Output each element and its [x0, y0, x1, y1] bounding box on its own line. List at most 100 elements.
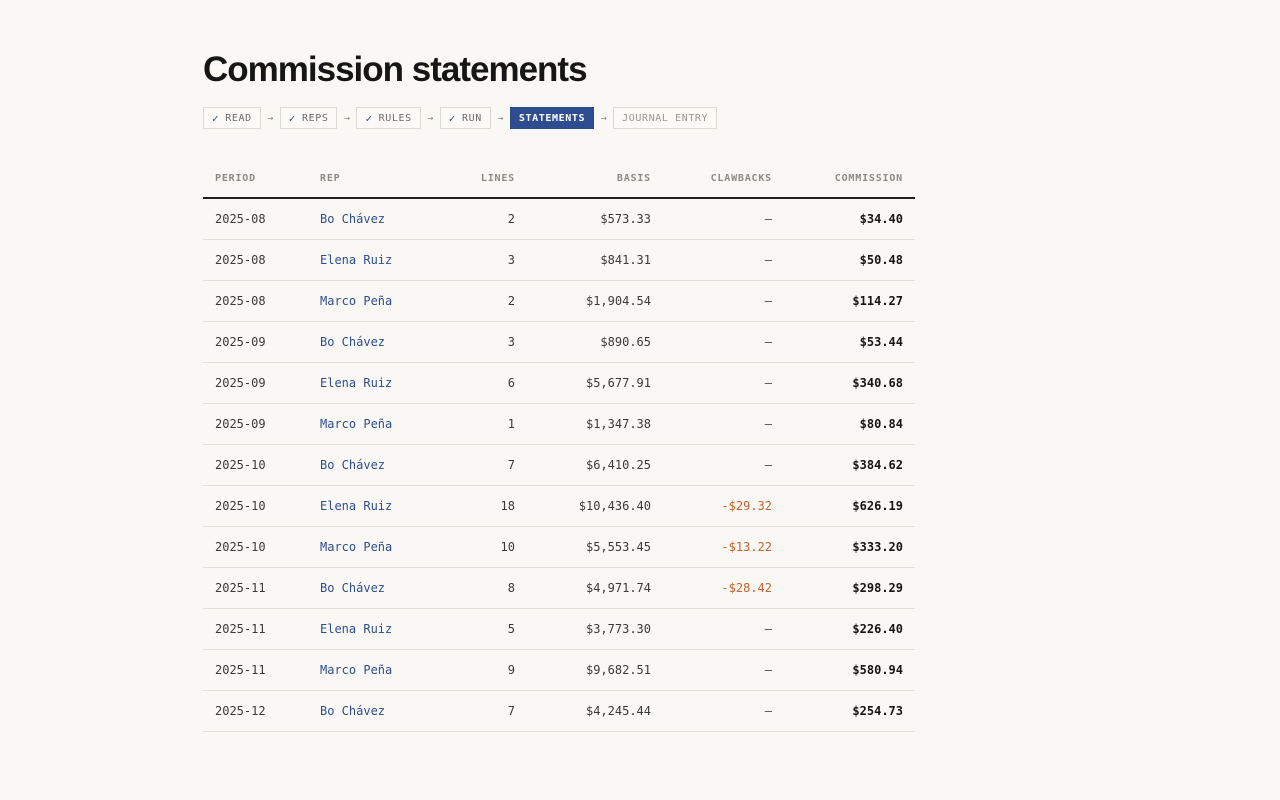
- period-cell: 2025-10: [203, 526, 308, 568]
- rep-link[interactable]: Elena Ruiz: [308, 485, 439, 527]
- commission-cell: $53.44: [784, 321, 915, 363]
- column-header-basis[interactable]: BASIS: [527, 159, 663, 199]
- period-cell: 2025-11: [203, 649, 308, 691]
- commission-cell: $333.20: [784, 526, 915, 568]
- period-cell: 2025-08: [203, 198, 308, 240]
- rep-link[interactable]: Marco Peña: [308, 649, 439, 691]
- header-row: PERIOD REP LINES BASIS CLAWBACKS COMMISS…: [203, 159, 915, 199]
- rep-link[interactable]: Marco Peña: [308, 403, 439, 445]
- step-label: RULES: [378, 112, 412, 124]
- period-cell: 2025-08: [203, 239, 308, 281]
- rep-link[interactable]: Bo Chávez: [308, 444, 439, 486]
- table-row[interactable]: 2025-08 Elena Ruiz 3 $841.31— $50.48: [203, 239, 915, 281]
- table-row[interactable]: 2025-09 Elena Ruiz 6 $5,677.91— $340.68: [203, 362, 915, 404]
- column-header-period[interactable]: PERIOD: [203, 159, 308, 199]
- clawbacks-cell: -$29.32: [663, 485, 784, 527]
- period-cell: 2025-10: [203, 485, 308, 527]
- column-header-lines[interactable]: LINES: [439, 159, 527, 199]
- clawbacks-cell: -$28.42: [663, 567, 784, 609]
- step-rules[interactable]: ✓ RULES: [356, 107, 421, 129]
- commission-cell: $50.48: [784, 239, 915, 281]
- clawbacks-cell: —: [663, 280, 784, 322]
- table-row[interactable]: 2025-10 Bo Chávez 7 $6,410.25— $384.62: [203, 444, 915, 486]
- basis-cell: $890.65: [527, 321, 663, 363]
- table-row[interactable]: 2025-09 Marco Peña 1 $1,347.38— $80.84: [203, 403, 915, 445]
- step-breadcrumb: ✓ READ → ✓ REPS → ✓ RULES → ✓ RUN → STATEMENTS → JOURN…: [203, 107, 718, 129]
- commission-cell: $80.84: [784, 403, 915, 445]
- basis-cell: $573.33: [527, 198, 663, 240]
- basis-cell: $6,410.25: [527, 444, 663, 486]
- lines-cell: 7: [439, 444, 527, 486]
- rep-link[interactable]: Bo Chávez: [308, 321, 439, 363]
- rep-link[interactable]: Elena Ruiz: [308, 608, 439, 650]
- basis-cell: $1,347.38: [527, 403, 663, 445]
- table-row[interactable]: 2025-08 Marco Peña 2 $1,904.54— $114.27: [203, 280, 915, 322]
- period-cell: 2025-09: [203, 403, 308, 445]
- clawbacks-cell: —: [663, 239, 784, 281]
- arrow-right-icon: →: [343, 112, 350, 124]
- column-header-clawbacks[interactable]: CLAWBACKS: [663, 159, 784, 199]
- arrow-right-icon: →: [600, 112, 607, 124]
- rep-link[interactable]: Bo Chávez: [308, 690, 439, 732]
- step-label: JOURNAL ENTRY: [622, 112, 709, 124]
- basis-cell: $4,245.44: [527, 690, 663, 732]
- basis-cell: $3,773.30: [527, 608, 663, 650]
- lines-cell: 3: [439, 239, 527, 281]
- step-statements[interactable]: STATEMENTS: [509, 107, 595, 129]
- arrow-right-icon: →: [267, 112, 274, 124]
- table-body: 2025-08 Bo Chávez 2 $573.33— $34.40 2025-08 El…: [203, 198, 915, 732]
- table-row[interactable]: 2025-11 Marco Peña 9 $9,682.51— $580.94: [203, 649, 915, 691]
- step-label: REPS: [301, 112, 329, 124]
- period-cell: 2025-10: [203, 444, 308, 486]
- commission-cell: $626.19: [784, 485, 915, 527]
- step-run[interactable]: ✓ RUN: [439, 107, 491, 129]
- rep-link[interactable]: Bo Chávez: [308, 198, 439, 240]
- commission-cell: $34.40: [784, 198, 915, 240]
- lines-cell: 8: [439, 567, 527, 609]
- clawbacks-cell: —: [663, 608, 784, 650]
- table-row[interactable]: 2025-11 Bo Chávez 8 $4,971.74 -$28.42 $298.29: [203, 567, 915, 609]
- rep-link[interactable]: Elena Ruiz: [308, 362, 439, 404]
- column-header-rep[interactable]: REP: [308, 159, 439, 199]
- lines-cell: 3: [439, 321, 527, 363]
- lines-cell: 2: [439, 198, 527, 240]
- basis-cell: $1,904.54: [527, 280, 663, 322]
- table-row[interactable]: 2025-11 Elena Ruiz 5 $3,773.30— $226.40: [203, 608, 915, 650]
- page-title: Commission statements: [203, 50, 588, 89]
- table-row[interactable]: 2025-12 Bo Chávez 7 $4,245.44— $254.73: [203, 690, 915, 732]
- lines-cell: 10: [439, 526, 527, 568]
- lines-cell: 6: [439, 362, 527, 404]
- step-label: RUN: [462, 112, 482, 124]
- rep-link[interactable]: Bo Chávez: [308, 567, 439, 609]
- basis-cell: $841.31: [527, 239, 663, 281]
- table-row[interactable]: 2025-09 Bo Chávez 3 $890.65— $53.44: [203, 321, 915, 363]
- step-read[interactable]: ✓ READ: [203, 107, 261, 129]
- period-cell: 2025-08: [203, 280, 308, 322]
- check-icon: ✓: [448, 111, 457, 125]
- step-journal-entry[interactable]: JOURNAL ENTRY: [613, 107, 718, 129]
- rep-link[interactable]: Elena Ruiz: [308, 239, 439, 281]
- commission-cell: $226.40: [784, 608, 915, 650]
- period-cell: 2025-09: [203, 362, 308, 404]
- basis-cell: $9,682.51: [527, 649, 663, 691]
- lines-cell: 9: [439, 649, 527, 691]
- period-cell: 2025-09: [203, 321, 308, 363]
- column-header-commission[interactable]: COMMISSION: [784, 159, 915, 199]
- rep-link[interactable]: Marco Peña: [308, 280, 439, 322]
- step-reps[interactable]: ✓ REPS: [279, 107, 338, 129]
- arrow-right-icon: →: [427, 112, 434, 124]
- statements-table: PERIOD REP LINES BASIS CLAWBACKS COMMISS…: [203, 159, 915, 732]
- clawbacks-cell: —: [663, 690, 784, 732]
- table-row[interactable]: 2025-10 Elena Ruiz 18 $10,436.40 -$29.32 $626…: [203, 485, 915, 527]
- table-row[interactable]: 2025-08 Bo Chávez 2 $573.33— $34.40: [203, 198, 915, 240]
- commission-cell: $580.94: [784, 649, 915, 691]
- clawbacks-cell: —: [663, 403, 784, 445]
- lines-cell: 2: [439, 280, 527, 322]
- table-row[interactable]: 2025-10 Marco Peña 10 $5,553.45 -$13.22 $333.…: [203, 526, 915, 568]
- lines-cell: 1: [439, 403, 527, 445]
- table-header: PERIOD REP LINES BASIS CLAWBACKS COMMISS…: [203, 159, 915, 199]
- commission-cell: $254.73: [784, 690, 915, 732]
- check-icon: ✓: [212, 111, 220, 125]
- rep-link[interactable]: Marco Peña: [308, 526, 439, 568]
- clawbacks-cell: -$13.22: [663, 526, 784, 568]
